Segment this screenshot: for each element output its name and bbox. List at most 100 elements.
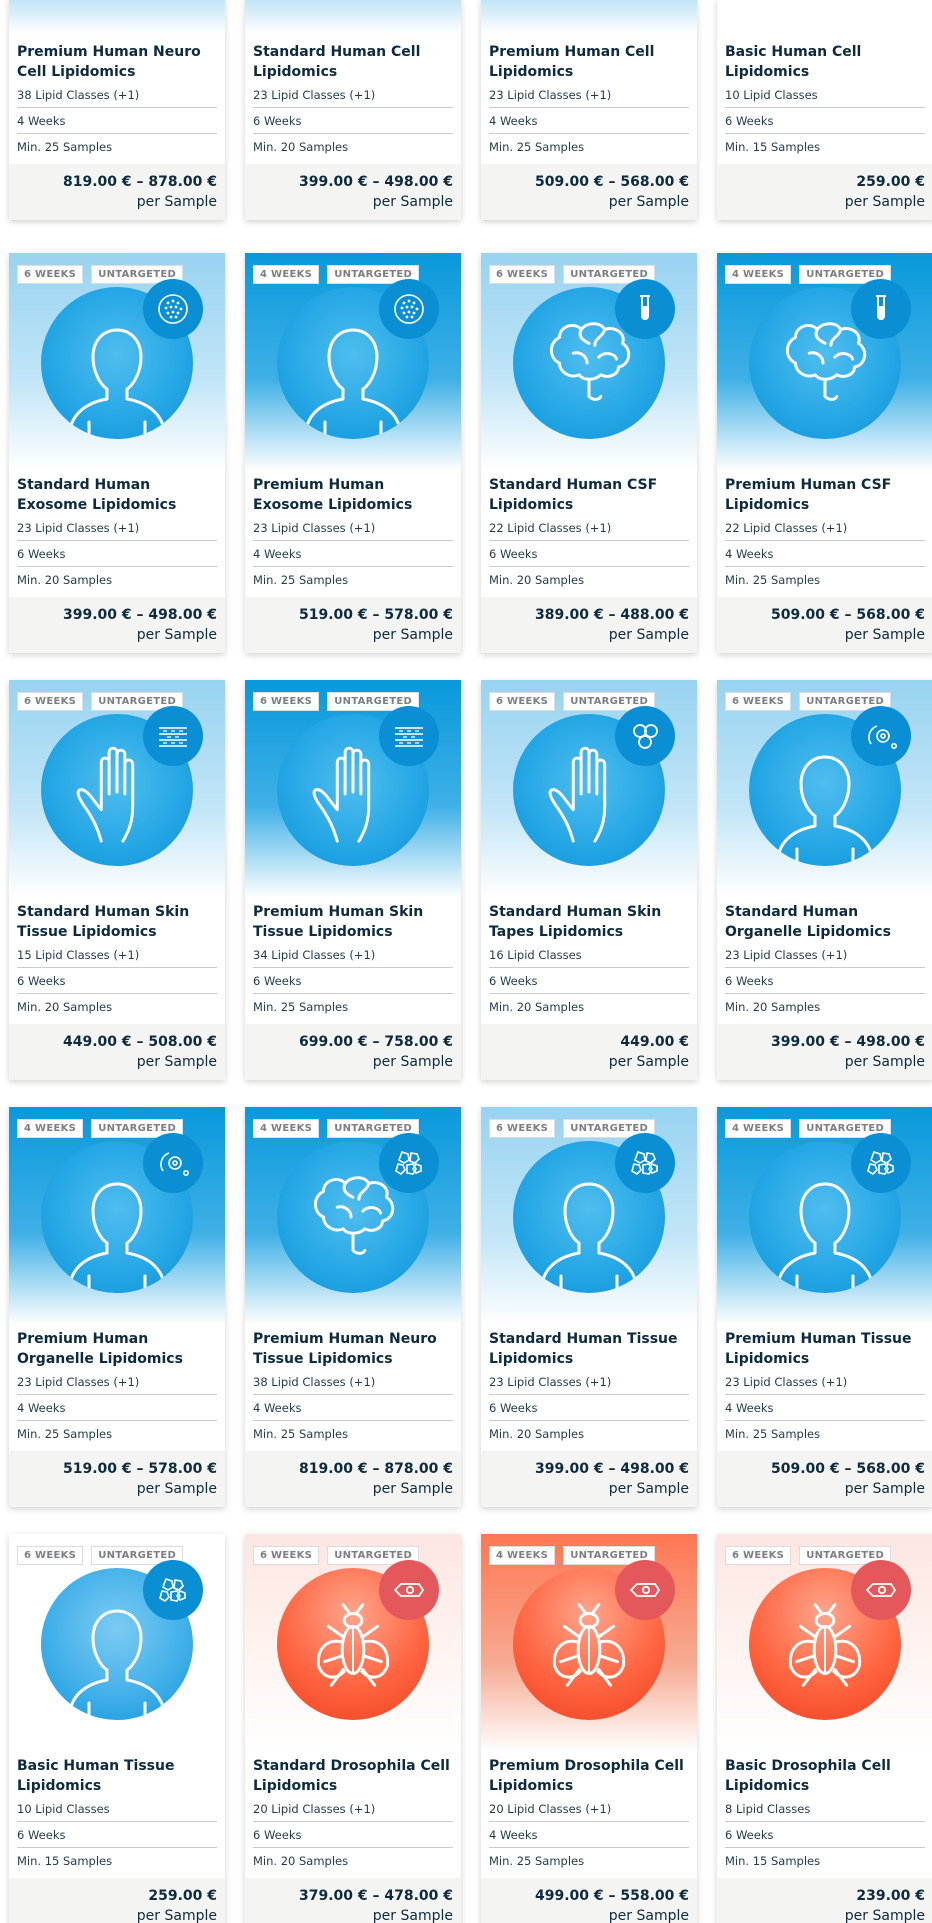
card-title[interactable]: Basic Human Cell Lipidomics — [725, 42, 925, 82]
price-box: 819.00 € – 878.00 € per Sample — [245, 1451, 461, 1507]
product-card[interactable]: Premium Human Cell Lipidomics 23 Lipid C… — [481, 0, 697, 220]
organelle-icon — [851, 706, 911, 766]
product-card[interactable]: 4 WEEKS UNTARGETED Premium Human Organell… — [9, 1107, 225, 1507]
card-image[interactable]: 6 WEEKS UNTARGETED — [245, 1534, 461, 1752]
tissue-cells-icon — [379, 1133, 439, 1193]
weeks-badge: 6 WEEKS — [17, 1546, 84, 1565]
lipid-classes: 23 Lipid Classes (+1) — [17, 515, 217, 541]
product-card[interactable]: Premium Human Neuro Cell Lipidomics 38 L… — [9, 0, 225, 220]
price-range: 819.00 € – 878.00 € — [62, 174, 217, 190]
product-card[interactable]: Basic Human Cell Lipidomics 10 Lipid Cla… — [717, 0, 932, 220]
lipid-classes: 23 Lipid Classes (+1) — [725, 1369, 925, 1395]
test-tube-icon — [851, 279, 911, 339]
price-box: 259.00 € per Sample — [9, 1878, 225, 1923]
price-box: 509.00 € – 568.00 € per Sample — [717, 1451, 932, 1507]
product-card[interactable]: 4 WEEKS UNTARGETED Premium Human Neuro Ti… — [245, 1107, 461, 1507]
card-title[interactable]: Premium Human Cell Lipidomics — [489, 42, 689, 82]
card-title[interactable]: Standard Human CSF Lipidomics — [489, 475, 689, 515]
weeks-badge: 4 WEEKS — [253, 265, 320, 284]
weeks-badge: 6 WEEKS — [489, 1119, 556, 1138]
turnaround-weeks: 6 Weeks — [725, 968, 925, 994]
min-samples: Min. 20 Samples — [489, 1427, 585, 1441]
card-image[interactable]: 6 WEEKS UNTARGETED — [9, 1534, 225, 1752]
card-image[interactable]: 6 WEEKS UNTARGETED — [481, 1107, 697, 1325]
card-image[interactable]: 6 WEEKS UNTARGETED — [9, 253, 225, 471]
card-image[interactable]: 6 WEEKS UNTARGETED — [9, 680, 225, 898]
card-title[interactable]: Basic Drosophila Cell Lipidomics — [725, 1756, 925, 1796]
card-image[interactable]: 4 WEEKS UNTARGETED — [245, 1107, 461, 1325]
product-card[interactable]: 6 WEEKS UNTARGETED Standard Human Tissue … — [481, 1107, 697, 1507]
weeks-badge: 6 WEEKS — [17, 692, 84, 711]
product-card[interactable]: 6 WEEKS UNTARGETED Standard Human Skin Ti… — [9, 680, 225, 1080]
card-title[interactable]: Premium Human Exosome Lipidomics — [253, 475, 453, 515]
turnaround-weeks: 6 Weeks — [725, 1822, 925, 1848]
card-title[interactable]: Premium Human Skin Tissue Lipidomics — [253, 902, 453, 942]
product-card[interactable]: 6 WEEKS UNTARGETED Standard Human Organel… — [717, 680, 932, 1080]
product-card[interactable]: 6 WEEKS UNTARGETED Standard Human CSF Lip… — [481, 253, 697, 653]
price-box: 519.00 € – 578.00 € per Sample — [245, 597, 461, 653]
card-title[interactable]: Premium Human Neuro Tissue Lipidomics — [253, 1329, 453, 1369]
card-title[interactable]: Basic Human Tissue Lipidomics — [17, 1756, 217, 1796]
card-title[interactable]: Premium Human Organelle Lipidomics — [17, 1329, 217, 1369]
card-image[interactable]: 4 WEEKS UNTARGETED — [245, 253, 461, 471]
card-title[interactable]: Standard Human Skin Tissue Lipidomics — [17, 902, 217, 942]
product-card[interactable]: 6 WEEKS UNTARGETED Basic Drosophila Cell … — [717, 1534, 932, 1923]
organelle-icon — [143, 1133, 203, 1193]
turnaround-weeks: 6 Weeks — [17, 1822, 217, 1848]
min-samples: Min. 15 Samples — [725, 1854, 821, 1868]
per-sample-label: per Sample — [136, 1481, 217, 1497]
product-card[interactable]: 6 WEEKS UNTARGETED Standard Human Exosome… — [9, 253, 225, 653]
card-image[interactable]: 6 WEEKS UNTARGETED — [717, 1534, 932, 1752]
product-card[interactable]: Standard Human Cell Lipidomics 23 Lipid … — [245, 0, 461, 220]
min-samples: Min. 20 Samples — [489, 1000, 585, 1014]
lipid-classes: 15 Lipid Classes (+1) — [17, 942, 217, 968]
per-sample-label: per Sample — [372, 1054, 453, 1070]
card-image[interactable]: 4 WEEKS UNTARGETED — [9, 1107, 225, 1325]
min-samples: Min. 15 Samples — [725, 140, 821, 154]
card-title[interactable]: Standard Human Organelle Lipidomics — [725, 902, 925, 942]
price-box: 449.00 € – 508.00 € per Sample — [9, 1024, 225, 1080]
cell-icon — [851, 1560, 911, 1620]
per-sample-label: per Sample — [372, 627, 453, 643]
product-card[interactable]: 4 WEEKS UNTARGETED Premium Human CSF Lipi… — [717, 253, 932, 653]
card-title[interactable]: Premium Drosophila Cell Lipidomics — [489, 1756, 689, 1796]
product-card[interactable]: 4 WEEKS UNTARGETED Premium Drosophila Cel… — [481, 1534, 697, 1923]
product-card[interactable]: 6 WEEKS UNTARGETED Standard Human Skin Ta… — [481, 680, 697, 1080]
product-card[interactable]: 6 WEEKS UNTARGETED Standard Drosophila Ce… — [245, 1534, 461, 1923]
card-title[interactable]: Standard Human Tissue Lipidomics — [489, 1329, 689, 1369]
price-box: 259.00 € per Sample — [717, 164, 932, 220]
price-range: 499.00 € – 558.00 € — [534, 1888, 689, 1904]
card-title[interactable]: Standard Human Skin Tapes Lipidomics — [489, 902, 689, 942]
card-title[interactable]: Premium Human CSF Lipidomics — [725, 475, 925, 515]
product-card[interactable]: 4 WEEKS UNTARGETED Premium Human Tissue L… — [717, 1107, 932, 1507]
turnaround-weeks: 4 Weeks — [17, 1395, 217, 1421]
card-image-fade — [9, 0, 225, 34]
card-title[interactable]: Premium Human Tissue Lipidomics — [725, 1329, 925, 1369]
card-image[interactable]: 4 WEEKS UNTARGETED — [717, 253, 932, 471]
card-image[interactable]: 4 WEEKS UNTARGETED — [717, 1107, 932, 1325]
price-box: 519.00 € – 578.00 € per Sample — [9, 1451, 225, 1507]
product-card[interactable]: 6 WEEKS UNTARGETED Premium Human Skin Tis… — [245, 680, 461, 1080]
min-samples: Min. 25 Samples — [253, 1000, 349, 1014]
min-samples: Min. 25 Samples — [725, 573, 821, 587]
lipid-classes: 23 Lipid Classes (+1) — [725, 942, 925, 968]
per-sample-label: per Sample — [372, 1908, 453, 1923]
card-image[interactable]: 6 WEEKS UNTARGETED — [481, 253, 697, 471]
card-title[interactable]: Standard Human Exosome Lipidomics — [17, 475, 217, 515]
card-title[interactable]: Standard Drosophila Cell Lipidomics — [253, 1756, 453, 1796]
product-card[interactable]: 6 WEEKS UNTARGETED Basic Human Tissue Lip… — [9, 1534, 225, 1923]
price-box: 239.00 € per Sample — [717, 1878, 932, 1923]
card-image[interactable]: 4 WEEKS UNTARGETED — [481, 1534, 697, 1752]
card-image[interactable]: 6 WEEKS UNTARGETED — [481, 680, 697, 898]
card-title[interactable]: Standard Human Cell Lipidomics — [253, 42, 453, 82]
card-title[interactable]: Premium Human Neuro Cell Lipidomics — [17, 42, 217, 82]
product-card[interactable]: 4 WEEKS UNTARGETED Premium Human Exosome … — [245, 253, 461, 653]
weeks-badge: 4 WEEKS — [725, 1119, 792, 1138]
card-image[interactable]: 6 WEEKS UNTARGETED — [245, 680, 461, 898]
test-tube-icon — [615, 279, 675, 339]
card-image[interactable]: 6 WEEKS UNTARGETED — [717, 680, 932, 898]
price-range: 399.00 € – 498.00 € — [770, 1034, 925, 1050]
price-range: 259.00 € — [148, 1888, 217, 1904]
lipid-classes: 38 Lipid Classes (+1) — [253, 1369, 453, 1395]
price-box: 509.00 € – 568.00 € per Sample — [481, 164, 697, 220]
